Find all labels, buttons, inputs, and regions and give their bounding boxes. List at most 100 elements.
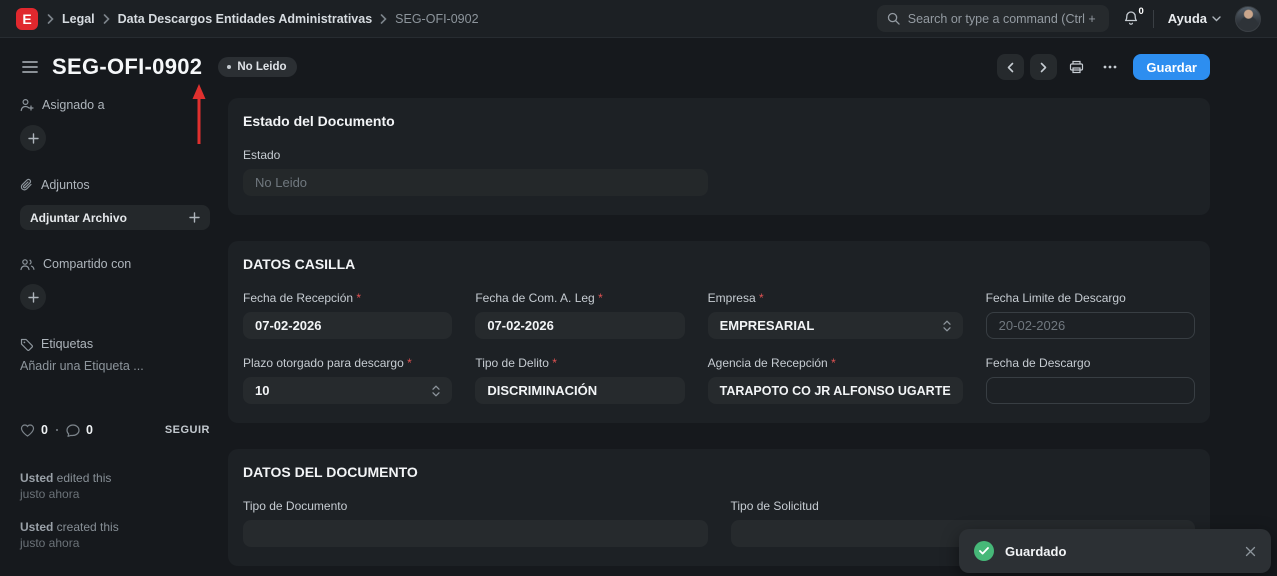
print-button[interactable] [1063, 54, 1090, 80]
plus-icon [28, 133, 39, 144]
search-icon [887, 12, 900, 25]
required-marker: * [407, 356, 412, 370]
plazo-otorgado-stepper[interactable]: 10 [243, 377, 452, 404]
required-marker: * [831, 356, 836, 370]
assigned-to-section: Asignado a [20, 98, 210, 112]
tags-section: Etiquetas [20, 337, 210, 351]
help-menu[interactable]: Ayuda [1168, 11, 1221, 26]
global-search[interactable] [877, 5, 1109, 32]
add-tag-input[interactable]: Añadir una Etiqueta ... [20, 359, 210, 373]
tipo-delito-input[interactable]: DISCRIMINACIÓN [475, 377, 684, 404]
plazo-value: 10 [255, 383, 269, 398]
field-label: Agencia de Recepción [708, 356, 828, 370]
field-label: Plazo otorgado para descargo [243, 356, 404, 370]
stepper-caret-icon [432, 385, 440, 397]
shared-with-label: Compartido con [43, 257, 131, 271]
save-button[interactable]: Guardar [1133, 54, 1210, 80]
activity-user: Usted [20, 471, 53, 485]
heart-icon[interactable] [20, 424, 35, 437]
attach-file-button[interactable]: Adjuntar Archivo [20, 205, 210, 230]
activity-log: Usted edited this justo ahora Usted crea… [20, 471, 210, 551]
breadcrumb-item-legal[interactable]: Legal [62, 12, 95, 26]
section-title: Estado del Documento [243, 113, 1195, 129]
tag-icon [20, 338, 33, 351]
status-badge-label: No Leido [237, 61, 286, 73]
tags-label: Etiquetas [41, 337, 93, 351]
social-row: 0 0 SEGUIR [20, 423, 210, 437]
field-fecha-limite-descargo: Fecha Limite de Descargo 20-02-2026 [986, 291, 1195, 339]
field-label: Estado [243, 148, 280, 162]
app-logo[interactable]: E [16, 8, 38, 30]
field-fecha-recepcion: Fecha de Recepción * 07-02-2026 [243, 291, 452, 339]
printer-icon [1069, 60, 1084, 74]
activity-entry: Usted created this justo ahora [20, 520, 210, 551]
save-toast: Guardado [959, 529, 1271, 573]
next-document-button[interactable] [1030, 54, 1057, 80]
fecha-descargo-input[interactable] [986, 377, 1195, 404]
status-badge: No Leido [218, 57, 296, 77]
attachments-section: Adjuntos [20, 178, 210, 192]
activity-action: edited this [53, 471, 111, 485]
notifications-button[interactable]: 0 [1123, 10, 1139, 27]
agencia-recepcion-input[interactable]: TARAPOTO CO JR ALFONSO UGARTE [708, 377, 963, 404]
page-title: SEG-OFI-0902 [52, 54, 202, 80]
field-fecha-descargo: Fecha de Descargo [986, 356, 1195, 404]
field-tipo-delito: Tipo de Delito * DISCRIMINACIÓN [475, 356, 684, 404]
empresa-select[interactable]: EMPRESARIAL [708, 312, 963, 339]
section-title: DATOS CASILLA [243, 256, 1195, 272]
field-plazo-otorgado: Plazo otorgado para descargo * 10 [243, 356, 452, 404]
plus-icon [28, 292, 39, 303]
field-label: Fecha de Recepción [243, 291, 353, 305]
document-sidebar: Asignado a Adjuntos Adjuntar Archivo Com… [20, 98, 210, 576]
breadcrumb-item-doctype[interactable]: Data Descargos Entidades Administrativas [118, 12, 373, 26]
chevron-right-icon [380, 14, 387, 24]
field-label: Fecha de Com. A. Leg [475, 291, 594, 305]
app-logo-letter: E [22, 11, 31, 27]
shared-with-section: Compartido con [20, 257, 210, 271]
success-check-icon [974, 541, 994, 561]
field-label: Empresa [708, 291, 756, 305]
section-datos-casilla: DATOS CASILLA Fecha de Recepción * 07-02… [228, 241, 1210, 423]
fecha-com-a-leg-input[interactable]: 07-02-2026 [475, 312, 684, 339]
status-dot-icon [227, 65, 231, 69]
plus-icon [189, 212, 200, 223]
chevron-right-icon [103, 14, 110, 24]
field-tipo-documento: Tipo de Documento [243, 499, 708, 547]
attach-file-label: Adjuntar Archivo [30, 211, 127, 225]
breadcrumb-item-current: SEG-OFI-0902 [395, 12, 478, 26]
activity-timestamp: justo ahora [20, 536, 210, 552]
user-avatar[interactable] [1235, 6, 1261, 32]
user-plus-icon [20, 98, 34, 112]
estado-input: No Leido [243, 169, 708, 196]
search-input[interactable] [908, 12, 1099, 26]
form-body: Estado del Documento Estado No Leido DAT… [228, 98, 1210, 576]
tipo-documento-input[interactable] [243, 520, 708, 547]
menu-button[interactable] [1096, 54, 1123, 80]
comment-icon[interactable] [66, 424, 80, 437]
attachments-label: Adjuntos [41, 178, 90, 192]
navbar: E Legal Data Descargos Entidades Adminis… [0, 0, 1277, 38]
dot-separator [56, 429, 58, 431]
field-label: Fecha de Descargo [986, 356, 1091, 370]
sidebar-toggle-icon[interactable] [22, 61, 38, 73]
add-share-button[interactable] [20, 284, 46, 310]
field-estado: Estado No Leido [243, 148, 708, 196]
field-agencia-recepcion: Agencia de Recepción * TARAPOTO CO JR AL… [708, 356, 963, 404]
fecha-recepcion-input[interactable]: 07-02-2026 [243, 312, 452, 339]
bell-icon [1123, 10, 1139, 27]
activity-action: created this [53, 520, 118, 534]
field-label: Tipo de Delito [475, 356, 549, 370]
users-icon [20, 258, 35, 271]
field-fecha-com-a-leg: Fecha de Com. A. Leg * 07-02-2026 [475, 291, 684, 339]
field-label: Fecha Limite de Descargo [986, 291, 1126, 305]
follow-button[interactable]: SEGUIR [165, 424, 210, 436]
empresa-selected-value: EMPRESARIAL [720, 318, 815, 333]
required-marker: * [598, 291, 603, 305]
notification-count-badge: 0 [1138, 6, 1143, 17]
prev-document-button[interactable] [997, 54, 1024, 80]
paperclip-icon [20, 178, 33, 192]
required-marker: * [759, 291, 764, 305]
field-empresa: Empresa * EMPRESARIAL [708, 291, 963, 339]
add-assignment-button[interactable] [20, 125, 46, 151]
close-icon[interactable] [1245, 546, 1256, 557]
